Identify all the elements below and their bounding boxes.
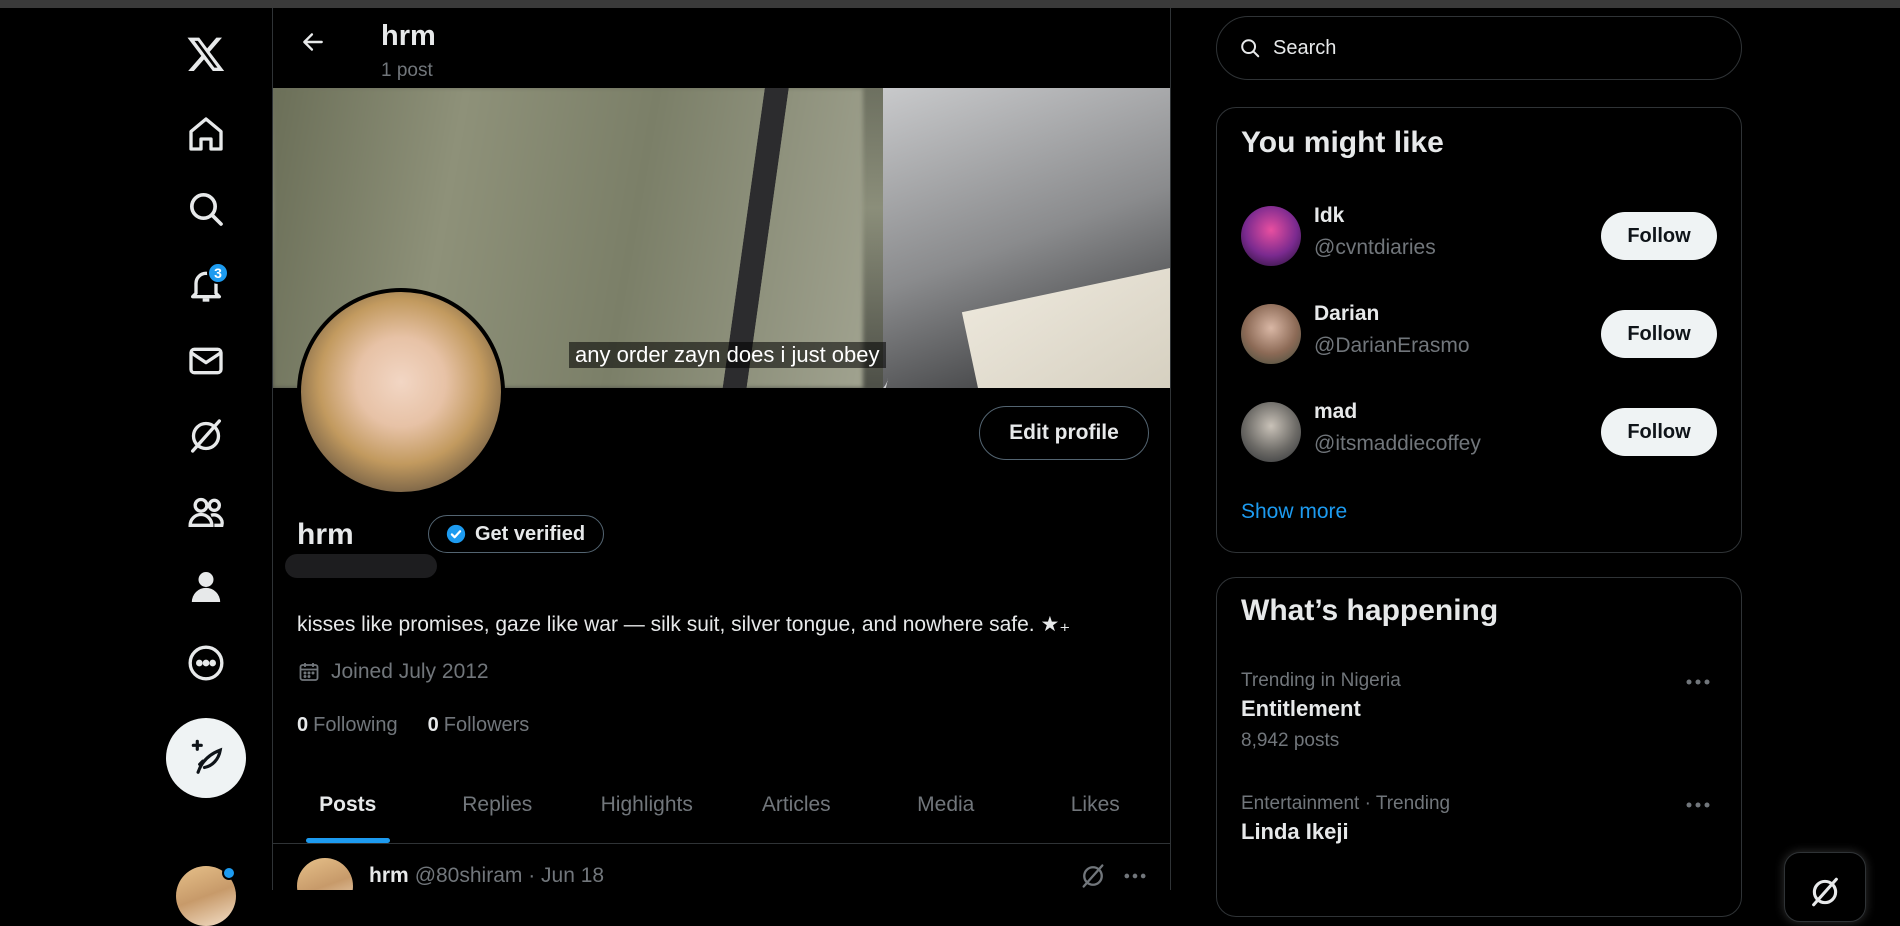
joined-label: Joined July 2012: [331, 660, 489, 683]
search-icon[interactable]: [173, 176, 239, 242]
trend-item[interactable]: Entertainment · Trending Linda Ikeji: [1217, 793, 1741, 873]
home-icon[interactable]: [173, 101, 239, 167]
search-input[interactable]: [1271, 35, 1695, 61]
suggestion-name[interactable]: mad: [1314, 400, 1357, 424]
grok-icon[interactable]: [173, 403, 239, 469]
profile-header-bar: hrm 1 post: [273, 8, 1170, 88]
tab-articles[interactable]: Articles: [722, 766, 872, 843]
more-horizontal-icon[interactable]: [1683, 670, 1713, 694]
profile-avatar[interactable]: [297, 288, 505, 496]
post-author-name[interactable]: hrm: [369, 864, 409, 887]
trend-context: Entertainment · Trending: [1241, 793, 1451, 814]
profile-name: hrm: [297, 518, 354, 551]
suggestion-name[interactable]: Idk: [1314, 204, 1344, 228]
tab-label: Media: [917, 792, 975, 816]
post-handle-date: @80shiram · Jun 18: [414, 864, 605, 887]
trend-context: Trending in Nigeria: [1241, 670, 1401, 691]
tab-media[interactable]: Media: [871, 766, 1021, 843]
tab-highlights[interactable]: Highlights: [572, 766, 722, 843]
messages-icon[interactable]: [173, 328, 239, 394]
more-horizontal-icon[interactable]: [1121, 862, 1149, 890]
trend-item[interactable]: Trending in Nigeria Entitlement 8,942 po…: [1217, 670, 1741, 780]
tab-posts[interactable]: Posts: [273, 766, 423, 843]
suggestion-handle: @DarianErasmo: [1314, 334, 1470, 357]
suggestion-item[interactable]: Darian @DarianErasmo Follow: [1217, 286, 1741, 384]
get-verified-label: Get verified: [475, 522, 586, 545]
suggestion-handle: @cvntdiaries: [1314, 236, 1436, 259]
suggestion-avatar[interactable]: [1241, 206, 1301, 266]
search-box[interactable]: [1216, 16, 1742, 80]
who-to-follow-title: You might like: [1241, 126, 1444, 159]
tab-label: Likes: [1070, 792, 1120, 816]
who-to-follow-card: You might like Idk @cvntdiaries Follow D…: [1216, 107, 1742, 553]
following-count: 0: [297, 714, 309, 736]
trend-post-count: 8,942 posts: [1241, 730, 1340, 751]
suggestion-item[interactable]: Idk @cvntdiaries Follow: [1217, 188, 1741, 286]
communities-icon[interactable]: [173, 479, 239, 545]
grok-icon: [1812, 877, 1838, 907]
follow-stats: 0 Following 0 Followers: [297, 714, 529, 737]
verified-badge-icon: [446, 524, 466, 544]
tab-label: Highlights: [600, 792, 693, 816]
tab-label: Posts: [319, 792, 377, 816]
search-icon: [1241, 39, 1260, 58]
profile-column: hrm 1 post any order zayn does i just ob…: [272, 8, 1171, 890]
banner-caption: any order zayn does i just obey: [569, 342, 886, 368]
suggestion-item[interactable]: mad @itsmaddiecoffey Follow: [1217, 384, 1741, 482]
header-title: hrm: [381, 20, 436, 52]
joined-date: Joined July 2012: [297, 660, 489, 684]
whats-happening-card: What’s happening Trending in Nigeria Ent…: [1216, 577, 1742, 917]
notification-count-badge: 3: [207, 262, 229, 284]
left-nav: 3: [0, 8, 272, 926]
tab-label: Articles: [761, 792, 831, 816]
suggestion-avatar[interactable]: [1241, 304, 1301, 364]
profile-bio: kisses like promises, gaze like war — si…: [297, 613, 1071, 636]
profile-icon[interactable]: [173, 554, 239, 620]
edit-profile-button[interactable]: Edit profile: [979, 406, 1149, 460]
trend-name: Linda Ikeji: [1241, 819, 1349, 844]
get-verified-button[interactable]: Get verified: [428, 515, 605, 553]
active-tab-indicator: [305, 838, 390, 843]
post-item[interactable]: hrm @80shiram · Jun 18: [273, 844, 1170, 890]
unread-indicator-dot: [222, 866, 236, 880]
tab-replies[interactable]: Replies: [423, 766, 573, 843]
suggestion-avatar[interactable]: [1241, 402, 1301, 462]
post-meta: hrm @80shiram · Jun 18: [369, 864, 604, 888]
following-label: Following: [313, 714, 398, 736]
x-logo-icon[interactable]: [173, 21, 239, 87]
show-more-link[interactable]: Show more: [1241, 500, 1347, 524]
follow-button[interactable]: Follow: [1601, 212, 1717, 260]
back-arrow-icon[interactable]: [293, 22, 333, 62]
followers-link[interactable]: 0 Followers: [428, 714, 530, 737]
compose-post-button[interactable]: [166, 718, 246, 798]
grok-icon[interactable]: [1079, 862, 1107, 890]
tab-label: Replies: [462, 792, 533, 816]
more-horizontal-icon[interactable]: [1683, 793, 1713, 817]
trend-name: Entitlement: [1241, 696, 1361, 721]
whats-happening-title: What’s happening: [1241, 594, 1499, 627]
following-link[interactable]: 0 Following: [297, 714, 398, 737]
profile-tabs: Posts Replies Highlights Articles Media …: [273, 766, 1170, 844]
follow-button[interactable]: Follow: [1601, 310, 1717, 358]
header-post-count: 1 post: [381, 60, 433, 81]
suggestion-handle: @itsmaddiecoffey: [1314, 432, 1481, 455]
more-options-icon[interactable]: [173, 630, 239, 696]
window-top-strip: [0, 0, 1900, 8]
grok-floating-button[interactable]: [1784, 852, 1866, 922]
post-author-avatar[interactable]: [297, 858, 353, 890]
tab-likes[interactable]: Likes: [1021, 766, 1171, 843]
followers-count: 0: [427, 714, 439, 736]
calendar-icon: [299, 663, 319, 681]
suggestion-name[interactable]: Darian: [1314, 302, 1379, 326]
redacted-handle: [285, 554, 437, 578]
notifications-icon[interactable]: 3: [173, 252, 239, 318]
follow-button[interactable]: Follow: [1601, 408, 1717, 456]
followers-label: Followers: [443, 714, 530, 736]
